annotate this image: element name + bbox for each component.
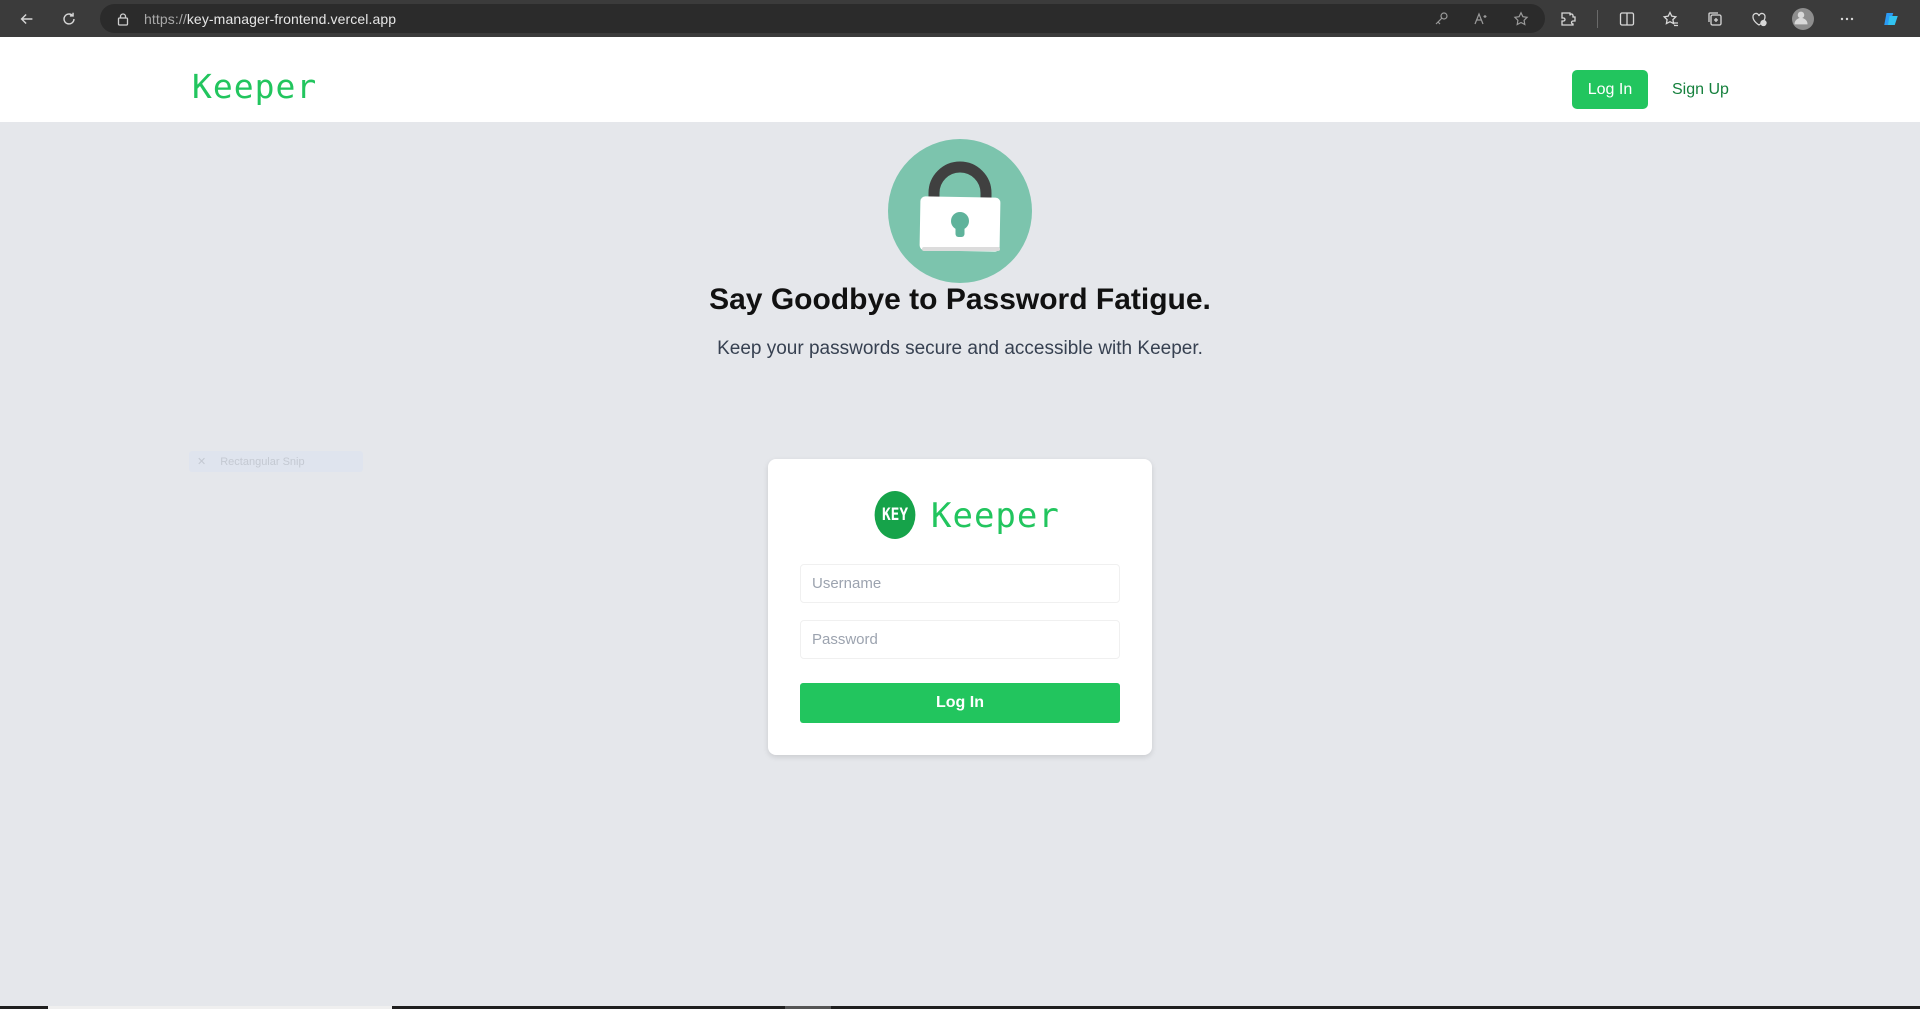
key-icon[interactable]	[1429, 7, 1453, 31]
collections-icon[interactable]	[1700, 4, 1730, 34]
toolbar-divider	[1597, 9, 1598, 28]
profile-avatar[interactable]	[1788, 4, 1818, 34]
header-login-button[interactable]: Log In	[1572, 70, 1648, 109]
url-host: key-manager-frontend.vercel.app	[186, 10, 397, 27]
login-card: KEY Keeper Log In	[768, 459, 1152, 755]
address-bar[interactable]: https://key-manager-frontend.vercel.app	[100, 4, 1545, 33]
username-input[interactable]	[800, 564, 1120, 603]
extensions-icon[interactable]	[1553, 4, 1583, 34]
login-submit-button[interactable]: Log In	[800, 683, 1120, 723]
favorites-icon[interactable]	[1656, 4, 1686, 34]
url-scheme: https://	[144, 10, 187, 27]
split-screen-icon[interactable]	[1612, 4, 1642, 34]
more-menu-icon[interactable]	[1832, 4, 1862, 34]
favorite-star-icon[interactable]	[1509, 7, 1533, 31]
back-icon[interactable]	[12, 4, 42, 34]
rectangular-snip-overlay: ✕ Rectangular Snip	[189, 451, 363, 472]
padlock-icon	[888, 139, 1032, 283]
refresh-icon[interactable]	[54, 4, 84, 34]
hero-subtitle: Keep your passwords secure and accessibl…	[717, 338, 1203, 359]
avatar-icon	[1792, 7, 1814, 30]
header-signup-link[interactable]: Sign Up	[1672, 81, 1729, 99]
browser-essentials-icon[interactable]	[1744, 4, 1774, 34]
hero-title: Say Goodbye to Password Fatigue.	[709, 283, 1211, 316]
site-header: Keeper Log In Sign Up	[0, 37, 1920, 122]
url-text[interactable]: https://key-manager-frontend.vercel.app	[144, 11, 396, 27]
password-input[interactable]	[800, 620, 1120, 659]
header-brand-logo[interactable]: Keeper	[192, 67, 317, 106]
key-logo-badge: KEY	[874, 491, 916, 539]
snip-label: Rectangular Snip	[220, 455, 305, 468]
read-aloud-icon[interactable]	[1469, 7, 1493, 31]
copilot-icon[interactable]	[1876, 4, 1906, 34]
lock-icon[interactable]	[116, 12, 130, 26]
browser-toolbar: https://key-manager-frontend.vercel.app	[0, 0, 1920, 37]
snip-icon: ✕	[197, 456, 207, 468]
card-brand-title: Keeper	[931, 496, 1060, 536]
